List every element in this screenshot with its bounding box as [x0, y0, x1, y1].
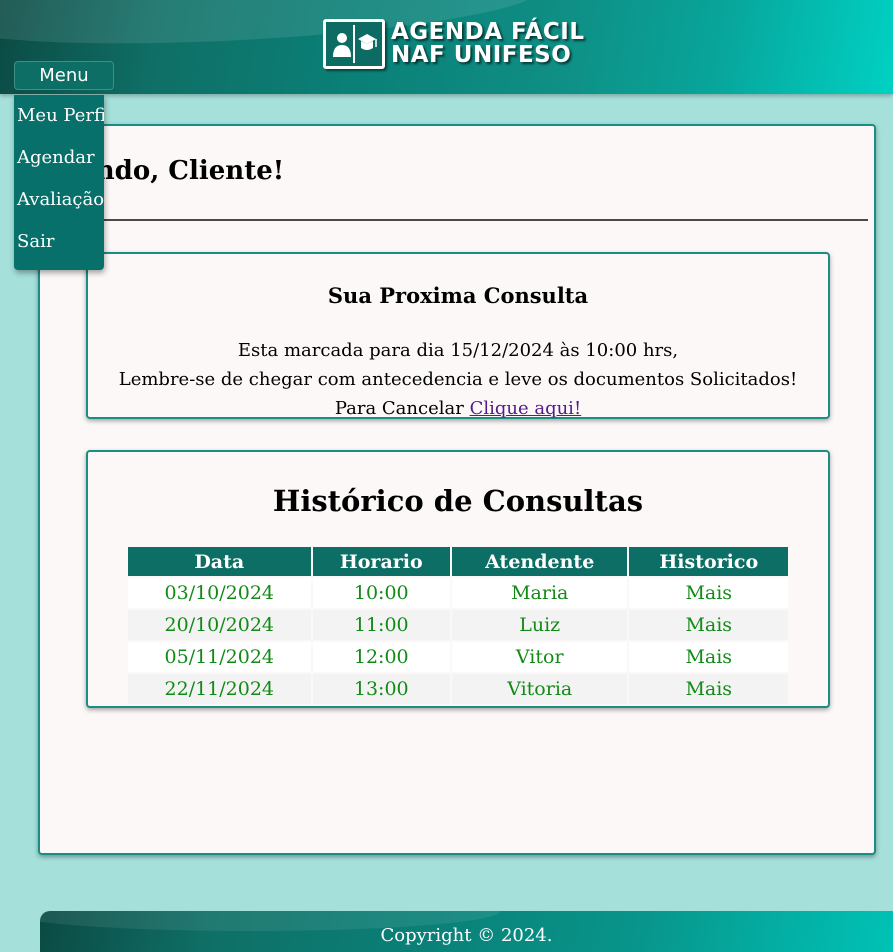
logo-text: AGENDA FÁCIL NAF UNIFESO: [391, 21, 585, 67]
row-time: 10:00: [312, 578, 450, 608]
logo-line-1: AGENDA FÁCIL: [391, 19, 585, 45]
history-title: Histórico de Consultas: [272, 484, 644, 518]
row-date: 03/10/2024: [128, 578, 311, 608]
row-attendant: Vitor: [451, 642, 628, 672]
row-more-link[interactable]: Mais: [629, 642, 788, 672]
menu-item-avaliacao[interactable]: Avaliação: [14, 179, 104, 221]
table-row: 05/11/2024 12:00 Vitor Mais: [128, 642, 788, 672]
menu-dropdown: Meu Perfil Agendar Avaliação Sair: [14, 95, 104, 270]
next-appointment-card: Sua Proxima Consulta Esta marcada para d…: [86, 252, 830, 419]
copyright-text: Copyright © 2024.: [380, 925, 553, 946]
row-attendant: Luiz: [451, 610, 628, 640]
book-graduate-icon: [323, 19, 385, 69]
row-more-link[interactable]: Mais: [629, 578, 788, 608]
row-time: 13:00: [312, 674, 450, 704]
menu-item-agendar[interactable]: Agendar: [14, 137, 104, 179]
row-more-link[interactable]: Mais: [629, 610, 788, 640]
row-time: 11:00: [312, 610, 450, 640]
column-header-data: Data: [128, 547, 311, 576]
row-date: 05/11/2024: [128, 642, 311, 672]
next-appointment-body: Esta marcada para dia 15/12/2024 às 10:0…: [88, 336, 828, 423]
table-row: 22/11/2024 13:00 Vitoria Mais: [128, 674, 788, 704]
next-appointment-line-1: Esta marcada para dia 15/12/2024 às 10:0…: [237, 340, 679, 361]
column-header-atendente: Atendente: [451, 547, 628, 576]
table-row: 20/10/2024 11:00 Luiz Mais: [128, 610, 788, 640]
next-appointment-title: Sua Proxima Consulta: [327, 283, 589, 308]
column-header-horario: Horario: [312, 547, 450, 576]
history-header-row: Data Horario Atendente Historico: [128, 547, 788, 576]
column-header-historico: Historico: [629, 547, 788, 576]
site-header: AGENDA FÁCIL NAF UNIFESO Menu: [0, 0, 893, 94]
row-time: 12:00: [312, 642, 450, 672]
table-row: 03/10/2024 10:00 Maria Mais: [128, 578, 788, 608]
site-logo[interactable]: AGENDA FÁCIL NAF UNIFESO: [323, 17, 585, 71]
logo-line-2: NAF UNIFESO: [391, 42, 572, 68]
row-date: 22/11/2024: [128, 674, 311, 704]
history-card: Histórico de Consultas Data Horario Aten…: [86, 450, 830, 708]
next-appointment-line-2: Lembre-se de chegar com antecedencia e l…: [118, 369, 798, 390]
row-attendant: Vitoria: [451, 674, 628, 704]
menu-button[interactable]: Menu: [14, 61, 114, 90]
main-panel: -vindo, Cliente! Sua Proxima Consulta Es…: [38, 124, 876, 855]
welcome-divider: [92, 219, 868, 221]
cancel-prefix: Para Cancelar: [334, 398, 470, 419]
history-table: Data Horario Atendente Historico 03/10/2…: [126, 545, 790, 706]
site-footer: Copyright © 2024.: [40, 911, 893, 952]
menu-item-sair[interactable]: Sair: [14, 221, 104, 263]
row-attendant: Maria: [451, 578, 628, 608]
menu-item-meu-perfil[interactable]: Meu Perfil: [14, 95, 104, 137]
cancel-line: Para Cancelar Clique aqui!: [88, 394, 828, 423]
row-date: 20/10/2024: [128, 610, 311, 640]
row-more-link[interactable]: Mais: [629, 674, 788, 704]
cancel-link[interactable]: Clique aqui!: [470, 398, 582, 419]
